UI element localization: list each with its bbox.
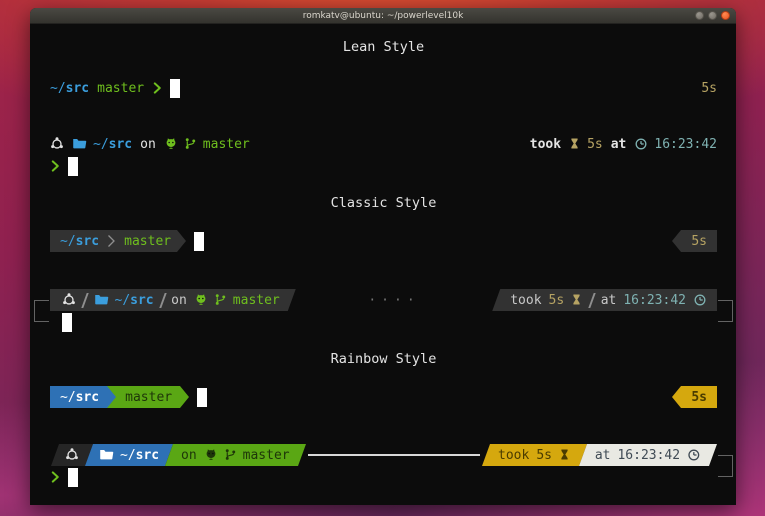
current-directory: ~/src: [120, 448, 159, 463]
command-duration: 5s: [549, 293, 565, 308]
section-heading-lean: Lean Style: [50, 39, 717, 55]
window-controls: [695, 11, 730, 20]
terminal-cursor: [62, 313, 72, 332]
classic-prompt-full: ~/src on master ···· took 5s at: [50, 289, 717, 333]
terminal-cursor: [170, 79, 180, 98]
rainbow-prompt-full: ~/src on master: [50, 444, 717, 488]
hourglass-icon: [558, 447, 571, 462]
terminal-cursor: [197, 388, 207, 407]
current-time: 16:23:42: [623, 293, 686, 308]
terminal-cursor: [68, 468, 78, 487]
window-title: romkatv@ubuntu: ~/powerlevel10k: [303, 11, 464, 21]
classic-prompt-basic: ~/src master 5s: [50, 230, 717, 252]
current-directory: ~/src: [60, 390, 99, 405]
prompt-frame-left: [34, 300, 49, 322]
at-label: at: [601, 293, 617, 308]
command-duration: 5s: [691, 390, 707, 405]
gap-filler-line: [308, 454, 480, 456]
powerline-separator: [672, 230, 681, 252]
thin-slash-separator: [81, 293, 88, 308]
rainbow-prompt-basic: ~/src master 5s: [50, 386, 717, 408]
at-label: at: [595, 448, 611, 463]
current-directory: ~/src: [60, 234, 99, 249]
git-branch-name: master: [97, 81, 144, 96]
github-octocat-icon: [164, 137, 178, 151]
current-time: 16:23:42: [654, 137, 717, 152]
minimize-button[interactable]: [695, 11, 704, 20]
git-branch-name: master: [233, 293, 280, 308]
powerline-separator: [177, 230, 186, 252]
current-directory: ~/src: [93, 137, 132, 152]
section-heading-classic: Classic Style: [50, 195, 717, 211]
ubuntu-os-icon: [50, 136, 64, 151]
maximize-button[interactable]: [708, 11, 717, 20]
lean-prompt-full: ~/src on master took 5s at 16:23:42: [50, 133, 717, 177]
command-duration: 5s: [691, 234, 707, 249]
git-branch-icon: [224, 447, 237, 462]
git-branch-name: master: [124, 234, 171, 249]
at-label: at: [611, 137, 627, 152]
took-label: took: [530, 137, 561, 152]
current-time: 16:23:42: [617, 448, 680, 463]
prompt-chevron-icon: [50, 469, 61, 485]
terminal-body[interactable]: Lean Style ~/src master 5s ~/sr: [30, 24, 736, 505]
git-branch-icon: [214, 292, 227, 307]
command-duration: 5s: [701, 81, 717, 96]
thin-angle-separator: [107, 233, 116, 249]
git-branch-name: master: [243, 448, 290, 463]
prompt-chevron-icon: [50, 158, 61, 174]
powerline-separator: [672, 386, 681, 408]
folder-icon: [94, 292, 109, 307]
command-duration: 5s: [587, 137, 603, 152]
clock-icon: [634, 137, 648, 151]
clock-icon: [687, 448, 701, 462]
folder-icon: [99, 447, 114, 462]
powerline-separator: [107, 386, 116, 408]
current-directory: ~/src: [50, 81, 89, 96]
section-heading-rainbow: Rainbow Style: [50, 351, 717, 367]
github-octocat-icon: [204, 448, 218, 462]
ubuntu-os-icon: [65, 447, 79, 462]
thin-slash-separator: [159, 293, 166, 308]
prompt-chevron-icon: [152, 80, 163, 96]
thin-slash-separator: [588, 293, 595, 308]
on-label: on: [140, 137, 156, 152]
hourglass-icon: [570, 292, 583, 307]
gap-filler-dots: ····: [368, 293, 419, 308]
clock-icon: [693, 293, 707, 307]
git-branch-name: master: [203, 137, 250, 152]
lean-prompt-basic: ~/src master 5s: [50, 77, 717, 99]
took-label: took: [510, 293, 541, 308]
github-octocat-icon: [194, 293, 208, 307]
close-button[interactable]: [721, 11, 730, 20]
terminal-cursor: [68, 157, 78, 176]
on-label: on: [181, 448, 197, 463]
git-branch-icon: [184, 136, 197, 151]
prompt-frame-right: [718, 455, 733, 477]
hourglass-icon: [568, 136, 581, 151]
took-label: took: [498, 448, 529, 463]
ubuntu-os-icon: [62, 292, 76, 307]
terminal-cursor: [194, 232, 204, 251]
terminal-window: romkatv@ubuntu: ~/powerlevel10k Lean Sty…: [30, 8, 736, 505]
current-directory: ~/src: [115, 293, 154, 308]
window-titlebar[interactable]: romkatv@ubuntu: ~/powerlevel10k: [30, 8, 736, 24]
on-label: on: [171, 293, 187, 308]
powerline-separator: [180, 386, 189, 408]
prompt-frame-right: [718, 300, 733, 322]
git-branch-name: master: [125, 390, 172, 405]
folder-icon: [72, 136, 87, 151]
command-duration: 5s: [536, 448, 552, 463]
